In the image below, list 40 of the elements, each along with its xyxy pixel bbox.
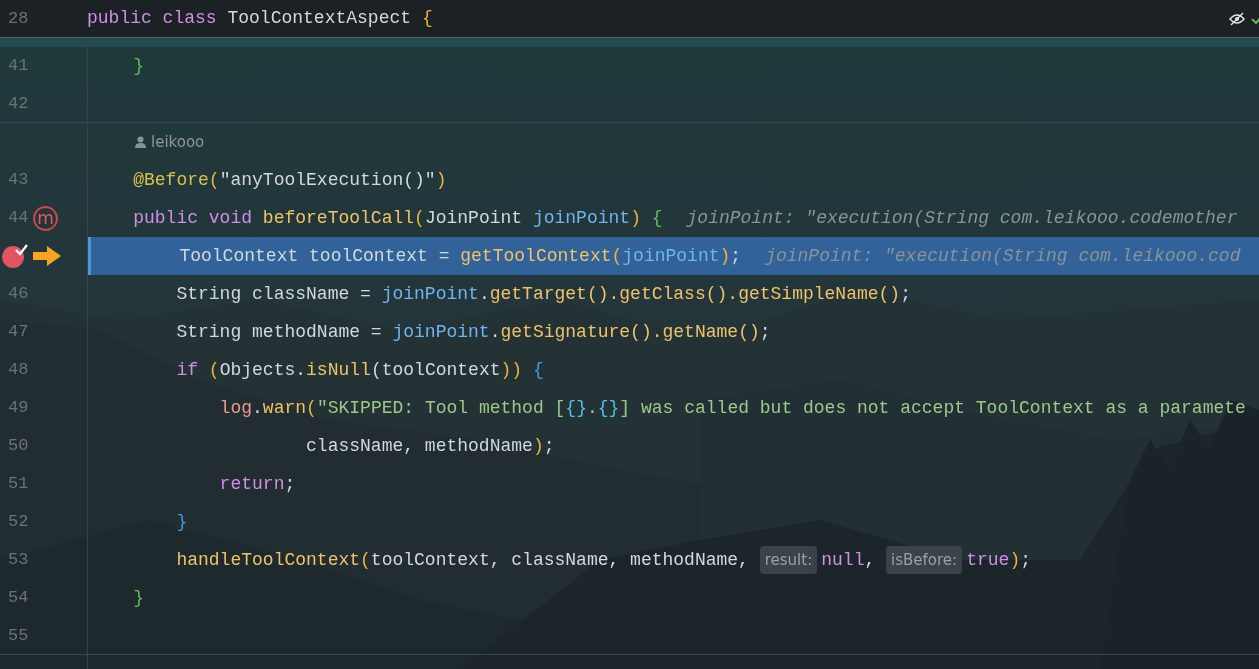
line-number: 51 [8,474,29,494]
inline-value-hint: joinPoint: "execution(String com.leikooo.cod [765,244,1241,268]
code-line: true); [966,548,1031,572]
parameter-hint: isBefore: [886,545,963,575]
author-name[interactable]: leikooo [151,130,205,154]
line-number: 41 [8,56,29,76]
code-line: } [132,54,144,78]
code-line: return; [218,472,296,496]
parameter-hint: result: [759,545,818,575]
breakpoint-hit-icon[interactable] [1,243,29,269]
code-line: String methodName = joinPoint.getSignature().getName(); [175,320,771,344]
line-number: 43 [8,170,29,190]
code-line: } [175,510,188,534]
line-number: 48 [8,360,29,380]
person-icon [135,136,146,148]
code-line: ToolContext toolContext = getToolContext(joinPoint); [178,244,742,268]
line-number: 42 [8,94,29,114]
line-number: 54 [8,588,29,608]
line-number: 50 [8,436,29,456]
line-number: 49 [8,398,29,418]
inline-value-hint: joinPoint: "execution(String com.leikooo.codemother [686,206,1238,230]
method-breakpoint-icon[interactable]: m [33,206,58,231]
code-line: if (Objects.isNull(toolContext)) { [175,358,544,382]
line-number: 28 [7,7,30,30]
code-line: className, methodName); [305,434,555,458]
code-line: log.warn("SKIPPED: Tool method [{}.{}] was called but does not accept ToolContext as a paramete [218,396,1246,420]
line-number: 47 [8,322,29,342]
line-number: 53 [8,550,29,570]
code-line: } [132,586,144,610]
line-number: 52 [8,512,29,532]
code-line: null, [821,548,877,572]
eye-off-icon[interactable] [1229,11,1245,26]
line-number: 55 [8,626,29,646]
code-line: public void beforeToolCall(JoinPoint joinPoint) { [132,206,663,230]
line-number: 44 [8,208,29,228]
code-line: @Before("anyToolExecution()") [132,168,447,192]
line-number: 46 [8,284,29,304]
code-line: String className = joinPoint.getTarget().getClass().getSimpleName(); [175,282,911,306]
code-line: public class ToolContextAspect { [87,7,433,30]
code-line: handleToolContext(toolContext, className, methodName, [175,548,750,572]
